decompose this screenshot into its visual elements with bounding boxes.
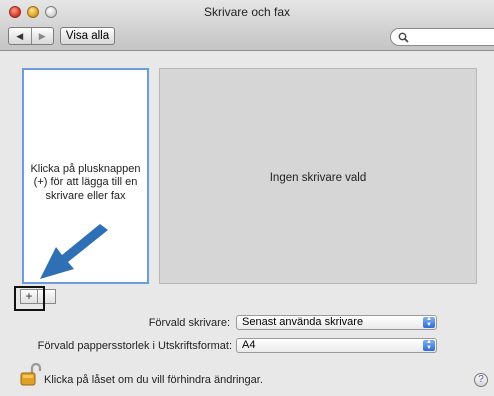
forward-button[interactable]: ▶ xyxy=(30,28,54,44)
printer-detail-pane: Ingen skrivare vald xyxy=(159,68,477,284)
popup-arrows-icon: ▲ ▼ xyxy=(423,316,435,328)
default-paper-size-value: A4 xyxy=(242,339,256,351)
search-icon xyxy=(398,32,409,43)
add-button-highlight-box xyxy=(14,286,45,311)
preferences-content: Klicka på plusknappen (+) för att lägga … xyxy=(0,51,494,396)
help-button[interactable]: ? xyxy=(474,373,488,387)
no-printer-selected-message: Ingen skrivare vald xyxy=(269,172,367,184)
preferences-window: Skrivare och fax ◀ ▶ Visa alla Klicka på… xyxy=(0,0,494,396)
printer-list-empty-hint: Klicka på plusknappen (+) för att lägga … xyxy=(30,163,141,202)
titlebar: Skrivare och fax ◀ ▶ Visa alla xyxy=(0,0,494,51)
popup-arrows-icon: ▲ ▼ xyxy=(423,339,435,351)
default-paper-size-select[interactable]: A4 ▲ ▼ xyxy=(236,338,437,353)
show-all-button[interactable]: Visa alla xyxy=(60,27,115,45)
default-printer-value: Senast använda skrivare xyxy=(242,316,364,328)
default-paper-size-label: Förvald pappersstorlek i Utskriftsformat… xyxy=(37,340,232,352)
search-field[interactable] xyxy=(390,28,494,46)
lock-status-text: Klicka på låset om du vill förhindra änd… xyxy=(44,374,263,386)
back-forward-control: ◀ ▶ xyxy=(8,27,54,45)
window-title: Skrivare och fax xyxy=(203,5,291,19)
default-printer-label: Förvald skrivare: xyxy=(148,317,230,329)
back-button[interactable]: ◀ xyxy=(9,28,31,44)
default-printer-select[interactable]: Senast använda skrivare ▲ ▼ xyxy=(236,315,437,330)
unlocked-lock-icon[interactable] xyxy=(20,363,42,387)
annotation-arrow-icon xyxy=(40,224,108,279)
